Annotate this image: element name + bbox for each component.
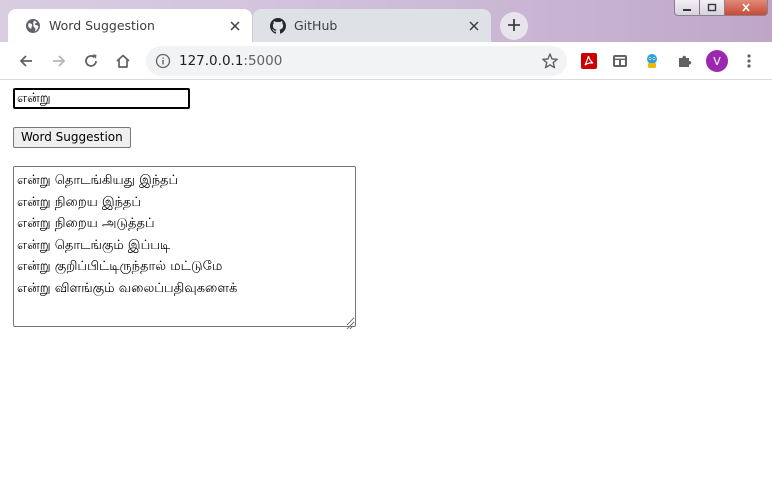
pdf-extension-icon[interactable] (580, 52, 598, 70)
minimize-icon (683, 8, 691, 11)
tab-title: Word Suggestion (49, 18, 155, 33)
close-window-button[interactable] (725, 0, 768, 16)
forward-button[interactable] (45, 47, 73, 75)
home-icon (116, 54, 130, 68)
restore-icon (707, 3, 717, 12)
tab-word-suggestion[interactable]: Word Suggestion (8, 9, 252, 42)
reload-icon (85, 54, 97, 67)
arrow-left-icon (19, 55, 32, 67)
back-button[interactable] (12, 47, 40, 75)
puzzle-extensions-icon[interactable] (676, 52, 694, 70)
resize-grip-icon[interactable] (344, 315, 354, 330)
word-suggestion-button[interactable]: Word Suggestion (13, 127, 131, 148)
profile-avatar[interactable]: V (706, 50, 728, 72)
globe-icon (25, 18, 41, 34)
url-text: 127.0.0.1:5000 (179, 53, 282, 69)
arrow-right-icon (53, 55, 66, 67)
bookmark-star-icon[interactable] (541, 52, 559, 70)
url-port: :5000 (243, 53, 283, 69)
reload-button[interactable] (77, 47, 105, 75)
address-bar[interactable]: 127.0.0.1:5000 (146, 46, 567, 76)
page-content: Word Suggestion என்று தொடங்கியது இந்தப் … (0, 80, 772, 504)
new-tab-button[interactable] (500, 12, 528, 40)
tab-manager-extension-icon[interactable] (611, 52, 629, 70)
tab-strip: Word Suggestion GitHub (0, 0, 772, 42)
browser-toolbar: 127.0.0.1:5000 V (0, 42, 772, 80)
home-button[interactable] (109, 47, 137, 75)
maximize-button[interactable] (700, 0, 725, 16)
info-icon[interactable] (155, 53, 171, 69)
browser-window: Word Suggestion GitHub 127.0.0.1:5000 V … (0, 0, 772, 504)
url-host: 127.0.0.1 (179, 53, 244, 69)
word-input[interactable] (13, 88, 190, 109)
close-tab-icon[interactable] (465, 17, 483, 35)
menu-kebab-icon[interactable] (740, 52, 758, 70)
tab-github[interactable]: GitHub (253, 9, 491, 42)
mascot-extension-icon[interactable] (643, 52, 661, 70)
minimize-button[interactable] (674, 0, 700, 16)
close-icon (742, 3, 750, 12)
close-tab-icon[interactable] (226, 17, 244, 35)
suggestions-textarea[interactable]: என்று தொடங்கியது இந்தப் என்று நிறைய இந்த… (13, 166, 356, 327)
plus-icon (507, 17, 521, 36)
github-icon (270, 18, 286, 34)
window-controls (674, 0, 768, 16)
tab-title: GitHub (294, 18, 338, 33)
